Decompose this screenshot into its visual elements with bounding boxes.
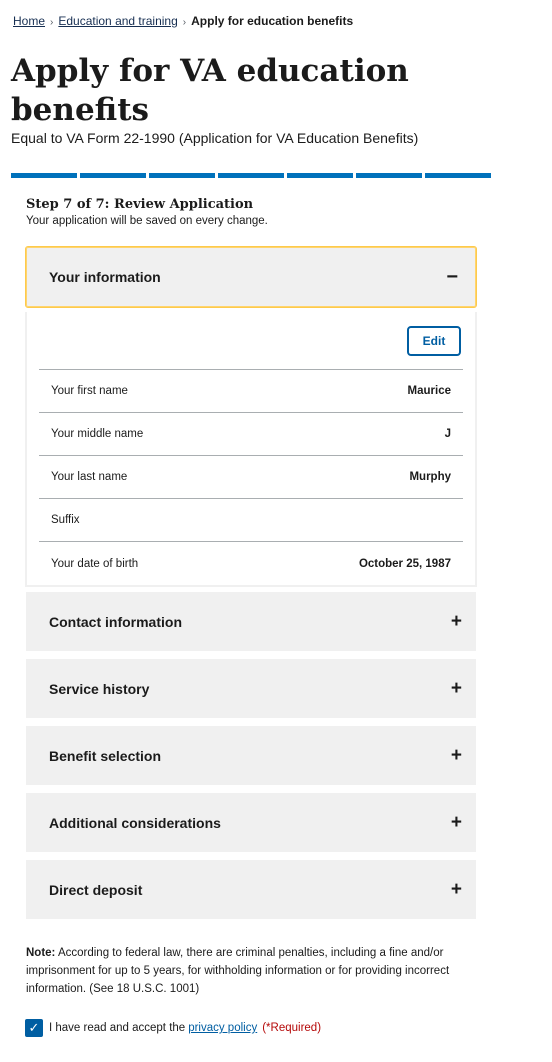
page-title: Apply for VA education benefits xyxy=(11,53,409,128)
progress-segment xyxy=(11,173,77,178)
accordion-your-information: Your information − Edit Your first name … xyxy=(25,246,477,587)
step-note: Your application will be saved on every … xyxy=(26,215,268,227)
review-label: Suffix xyxy=(51,514,80,526)
review-row-first-name: Your first name Maurice xyxy=(39,370,463,413)
accordion-body: Edit Your first name Maurice Your middle… xyxy=(25,312,477,587)
minus-icon: − xyxy=(446,266,458,288)
breadcrumb-separator: › xyxy=(182,17,187,28)
progress-segment xyxy=(356,173,422,178)
accordion-title: Service history xyxy=(49,680,150,697)
breadcrumb-home-link[interactable]: Home xyxy=(13,14,45,28)
review-label: Your last name xyxy=(51,471,128,483)
review-row-suffix: Suffix xyxy=(39,499,463,542)
breadcrumb-education-link[interactable]: Education and training xyxy=(58,14,177,28)
accordion-contact-information[interactable]: Contact information + xyxy=(26,592,476,651)
accordion-title: Contact information xyxy=(49,613,182,630)
progress-bar xyxy=(11,173,491,178)
review-value: Maurice xyxy=(407,385,451,397)
accordion-direct-deposit[interactable]: Direct deposit + xyxy=(26,860,476,919)
plus-icon: + xyxy=(450,879,462,900)
review-value: J xyxy=(444,428,451,440)
edit-row: Edit xyxy=(39,326,463,370)
plus-icon: + xyxy=(450,745,462,766)
legal-note: Note: According to federal law, there ar… xyxy=(26,944,456,998)
plus-icon: + xyxy=(450,611,462,632)
review-row-last-name: Your last name Murphy xyxy=(39,456,463,499)
review-label: Your middle name xyxy=(51,428,144,440)
required-label: (*Required) xyxy=(262,1022,322,1034)
accordion-title: Additional considerations xyxy=(49,814,221,831)
breadcrumb-current: Apply for education benefits xyxy=(191,14,354,28)
breadcrumb-separator: › xyxy=(50,17,54,28)
page-subtitle: Equal to VA Form 22-1990 (Application fo… xyxy=(11,130,419,146)
privacy-policy-link[interactable]: privacy policy xyxy=(188,1022,257,1034)
progress-segment xyxy=(425,173,491,178)
progress-segment xyxy=(80,173,146,178)
accordion-additional-considerations[interactable]: Additional considerations + xyxy=(26,793,476,852)
plus-icon: + xyxy=(450,678,462,699)
note-text: According to federal law, there are crim… xyxy=(26,947,450,995)
accordion-title: Benefit selection xyxy=(49,747,162,764)
step-title: Step 7 of 7: Review Application xyxy=(26,197,254,212)
accordion-service-history[interactable]: Service history + xyxy=(26,659,476,718)
review-row-date-of-birth: Your date of birth October 25, 1987 xyxy=(39,542,463,585)
progress-segment xyxy=(287,173,353,178)
privacy-text: I have read and accept the xyxy=(49,1022,186,1034)
checkmark-icon: ✓ xyxy=(28,1020,40,1035)
review-label: Your first name xyxy=(51,385,128,397)
review-value: October 25, 1987 xyxy=(358,557,451,570)
plus-icon: + xyxy=(450,812,462,833)
note-label: Note: xyxy=(26,947,56,959)
privacy-agreement: ✓ I have read and accept the privacy pol… xyxy=(25,1019,321,1037)
accordion-title: Your information xyxy=(49,269,161,285)
review-label: Your date of birth xyxy=(51,557,139,570)
privacy-checkbox[interactable]: ✓ xyxy=(25,1019,43,1037)
accordion-title: Direct deposit xyxy=(49,881,143,898)
review-row-middle-name: Your middle name J xyxy=(39,413,463,456)
accordion-header-your-information[interactable]: Your information − xyxy=(25,246,477,308)
review-value: Murphy xyxy=(409,471,451,483)
progress-segment xyxy=(218,173,284,178)
accordion-benefit-selection[interactable]: Benefit selection + xyxy=(26,726,476,785)
progress-segment xyxy=(149,173,215,178)
breadcrumb: Home › Education and training › Apply for ed… xyxy=(13,14,353,28)
edit-button[interactable]: Edit xyxy=(407,326,461,356)
